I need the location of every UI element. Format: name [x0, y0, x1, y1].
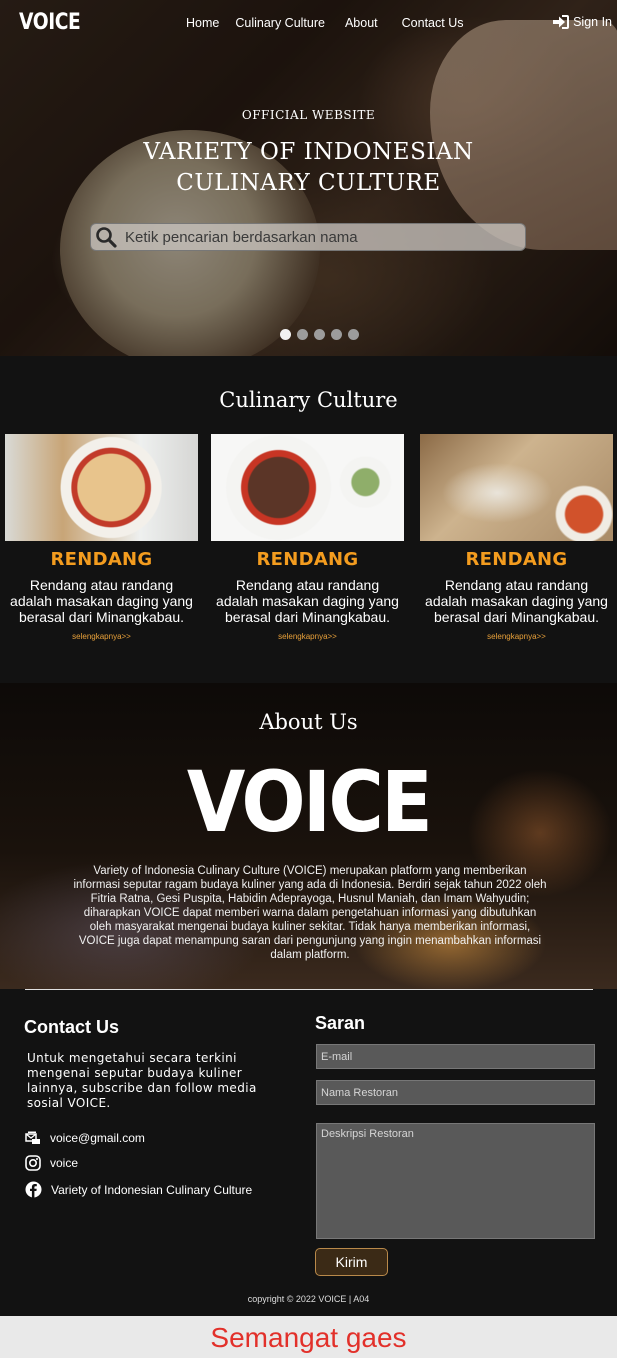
- read-more-link[interactable]: selengkapnya>>: [420, 632, 613, 641]
- carousel-dot-4[interactable]: [331, 329, 342, 340]
- hero-title: VARIETY OF INDONESIAN CULINARY CULTURE: [0, 137, 617, 199]
- carousel-dot-3[interactable]: [314, 329, 325, 340]
- culinary-card-image[interactable]: [5, 434, 198, 541]
- culinary-section-title: Culinary Culture: [219, 388, 398, 412]
- contact-email[interactable]: voice@gmail.com: [25, 1131, 145, 1145]
- nav-contact-us[interactable]: Contact Us: [402, 16, 464, 30]
- mail-icon: [25, 1131, 40, 1144]
- read-more-link[interactable]: selengkapnya>>: [211, 632, 404, 641]
- culinary-card-description: Rendang atau randang adalah masakan dagi…: [10, 577, 193, 625]
- culinary-culture-section: Culinary Culture RENDANG Rendang atau ra…: [0, 356, 617, 683]
- search-input[interactable]: [117, 224, 525, 250]
- restaurant-description-field[interactable]: [316, 1123, 595, 1239]
- culinary-card-description: Rendang atau randang adalah masakan dagi…: [216, 577, 399, 625]
- contact-email-label: voice@gmail.com: [50, 1131, 145, 1145]
- submit-button[interactable]: Kirim: [315, 1248, 388, 1276]
- restaurant-name-field[interactable]: [316, 1080, 595, 1105]
- hero-title-line-2: CULINARY CULTURE: [176, 170, 441, 196]
- contact-section: Contact Us Untuk mengetahui secara terki…: [0, 989, 617, 1316]
- culinary-card-name: RENDANG: [465, 549, 568, 570]
- saran-title: Saran: [315, 1013, 366, 1033]
- about-section-title: About Us: [259, 710, 358, 734]
- contact-facebook[interactable]: Variety of Indonesian Culinary Culture: [25, 1181, 252, 1198]
- section-divider: [25, 989, 593, 990]
- hero-hand-image: [430, 20, 617, 250]
- culinary-card-image[interactable]: [420, 434, 613, 541]
- sign-in-label: Sign In: [573, 15, 612, 29]
- sign-in-button[interactable]: Sign In: [552, 14, 612, 30]
- culinary-card: RENDANG Rendang atau randang adalah masa…: [5, 434, 198, 641]
- carousel-dots: [280, 329, 359, 340]
- site-logo[interactable]: VOICE: [19, 10, 81, 35]
- culinary-card: RENDANG Rendang atau randang adalah masa…: [420, 434, 613, 641]
- culinary-card-name: RENDANG: [50, 549, 153, 570]
- carousel-dot-1[interactable]: [280, 329, 291, 340]
- hero-subtitle: OFFICIAL WEBSITE: [241, 108, 376, 122]
- culinary-card: RENDANG Rendang atau randang adalah masa…: [211, 434, 404, 641]
- facebook-icon: [25, 1181, 42, 1198]
- instagram-icon: [25, 1155, 41, 1171]
- main-nav: Home Culinary Culture About Contact Us: [186, 16, 463, 30]
- footer-banner: Semangat gaes: [0, 1316, 617, 1358]
- culinary-card-name: RENDANG: [256, 549, 359, 570]
- carousel-dot-2[interactable]: [297, 329, 308, 340]
- nav-home[interactable]: Home: [186, 16, 219, 30]
- contact-instagram[interactable]: voice: [25, 1155, 78, 1171]
- carousel-dot-5[interactable]: [348, 329, 359, 340]
- contact-facebook-label: Variety of Indonesian Culinary Culture: [51, 1182, 253, 1197]
- about-brand-logo: VOICE: [186, 753, 433, 851]
- contact-title: Contact Us: [24, 1017, 120, 1037]
- nav-culinary-culture[interactable]: Culinary Culture: [235, 16, 325, 30]
- about-description: Variety of Indonesia Culinary Culture (V…: [73, 865, 547, 961]
- contact-instagram-label: voice: [50, 1156, 79, 1170]
- sign-in-icon: [553, 15, 570, 29]
- search-icon[interactable]: [95, 226, 117, 248]
- read-more-link[interactable]: selengkapnya>>: [5, 632, 198, 641]
- hero-title-line-1: VARIETY OF INDONESIAN: [143, 139, 474, 165]
- contact-description: Untuk mengetahui secara terkini mengenai…: [27, 1051, 257, 1110]
- email-field[interactable]: [316, 1044, 595, 1069]
- nav-about[interactable]: About: [345, 16, 378, 30]
- copyright-text: copyright © 2022 VOICE | A04: [247, 1294, 370, 1304]
- hero-section: VOICE Home Culinary Culture About Contac…: [0, 0, 617, 356]
- culinary-card-description: Rendang atau randang adalah masakan dagi…: [425, 577, 608, 625]
- search-bar: [90, 223, 526, 251]
- culinary-card-image[interactable]: [211, 434, 404, 541]
- about-us-section: About Us VOICE Variety of Indonesia Culi…: [0, 683, 617, 989]
